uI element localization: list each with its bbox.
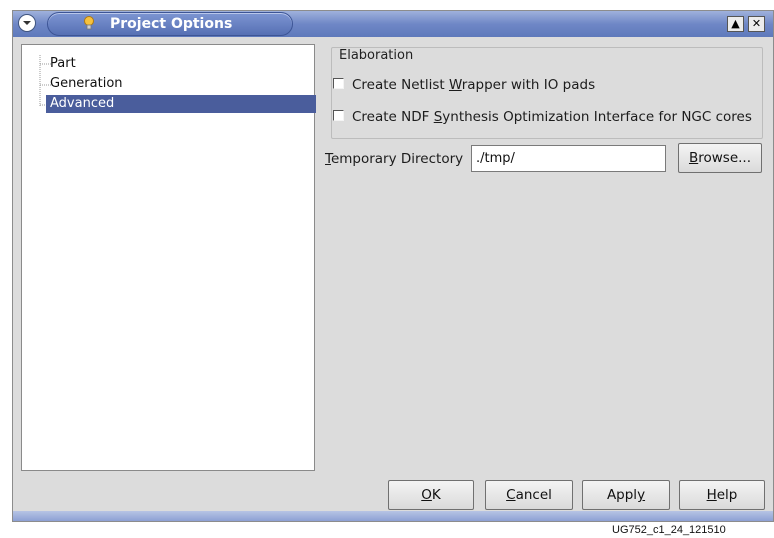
temporary-directory-label: Temporary Directory xyxy=(325,151,463,167)
help-mnemonic: H xyxy=(706,487,717,503)
ndf-synthesis-label-pre: Create NDF xyxy=(352,109,434,125)
temporary-directory-label-rest: emporary Directory xyxy=(330,151,464,167)
shade-button[interactable]: ▲ xyxy=(727,16,744,32)
elaboration-legend: Elaboration xyxy=(335,48,418,63)
netlist-wrapper-label-post: rapper with IO pads xyxy=(461,77,596,93)
ndf-synthesis-checkbox[interactable] xyxy=(333,110,344,121)
close-icon: ✕ xyxy=(751,17,762,30)
title-pill: Project Options xyxy=(47,12,293,36)
browse-label-rest: rowse... xyxy=(698,150,752,166)
chevron-down-icon xyxy=(23,21,31,25)
title-bar[interactable]: Project Options ▲ ✕ xyxy=(13,11,773,37)
ok-mnemonic: O xyxy=(421,487,432,503)
browse-button[interactable]: Browse... xyxy=(678,143,762,173)
ok-label-rest: K xyxy=(431,487,441,503)
help-label-rest: elp xyxy=(716,487,738,503)
cancel-button[interactable]: Cancel xyxy=(485,480,573,510)
apply-mnemonic: y xyxy=(637,487,646,503)
help-button[interactable]: Help xyxy=(679,480,765,510)
netlist-wrapper-checkbox[interactable] xyxy=(333,78,344,89)
temporary-directory-input[interactable]: ./tmp/ xyxy=(471,145,666,172)
figure-caption: UG752_c1_24_121510 xyxy=(612,524,726,536)
apply-button[interactable]: Apply xyxy=(582,480,670,510)
apply-label-pre: Appl xyxy=(606,487,638,503)
category-tree[interactable]: Part Generation Advanced xyxy=(21,44,316,471)
ok-button[interactable]: OK xyxy=(388,480,474,510)
browse-mnemonic: B xyxy=(688,150,699,166)
window-title: Project Options xyxy=(110,16,233,32)
window-menu-button[interactable] xyxy=(18,14,36,32)
lightbulb-icon xyxy=(84,16,94,30)
cancel-label-rest: ancel xyxy=(515,487,552,503)
ndf-synthesis-mnemonic: S xyxy=(433,109,443,125)
netlist-wrapper-label-pre: Create Netlist xyxy=(352,77,449,93)
project-options-window: Project Options ▲ ✕ Part Generation Adva… xyxy=(12,10,774,522)
window-bottom-border xyxy=(13,511,773,521)
netlist-wrapper-label[interactable]: Create Netlist Wrapper with IO pads xyxy=(352,77,595,93)
tree-item-generation[interactable]: Generation xyxy=(46,75,123,93)
ndf-synthesis-label[interactable]: Create NDF Synthesis Optimization Interf… xyxy=(352,109,752,125)
cancel-mnemonic: C xyxy=(506,487,516,503)
shade-icon: ▲ xyxy=(731,17,740,30)
tree-item-part[interactable]: Part xyxy=(46,55,76,73)
netlist-wrapper-mnemonic: W xyxy=(448,77,462,93)
close-button[interactable]: ✕ xyxy=(748,16,765,32)
tree-item-advanced[interactable]: Advanced xyxy=(46,95,316,113)
ndf-synthesis-label-post: ynthesis Optimization Interface for NGC … xyxy=(442,109,752,125)
